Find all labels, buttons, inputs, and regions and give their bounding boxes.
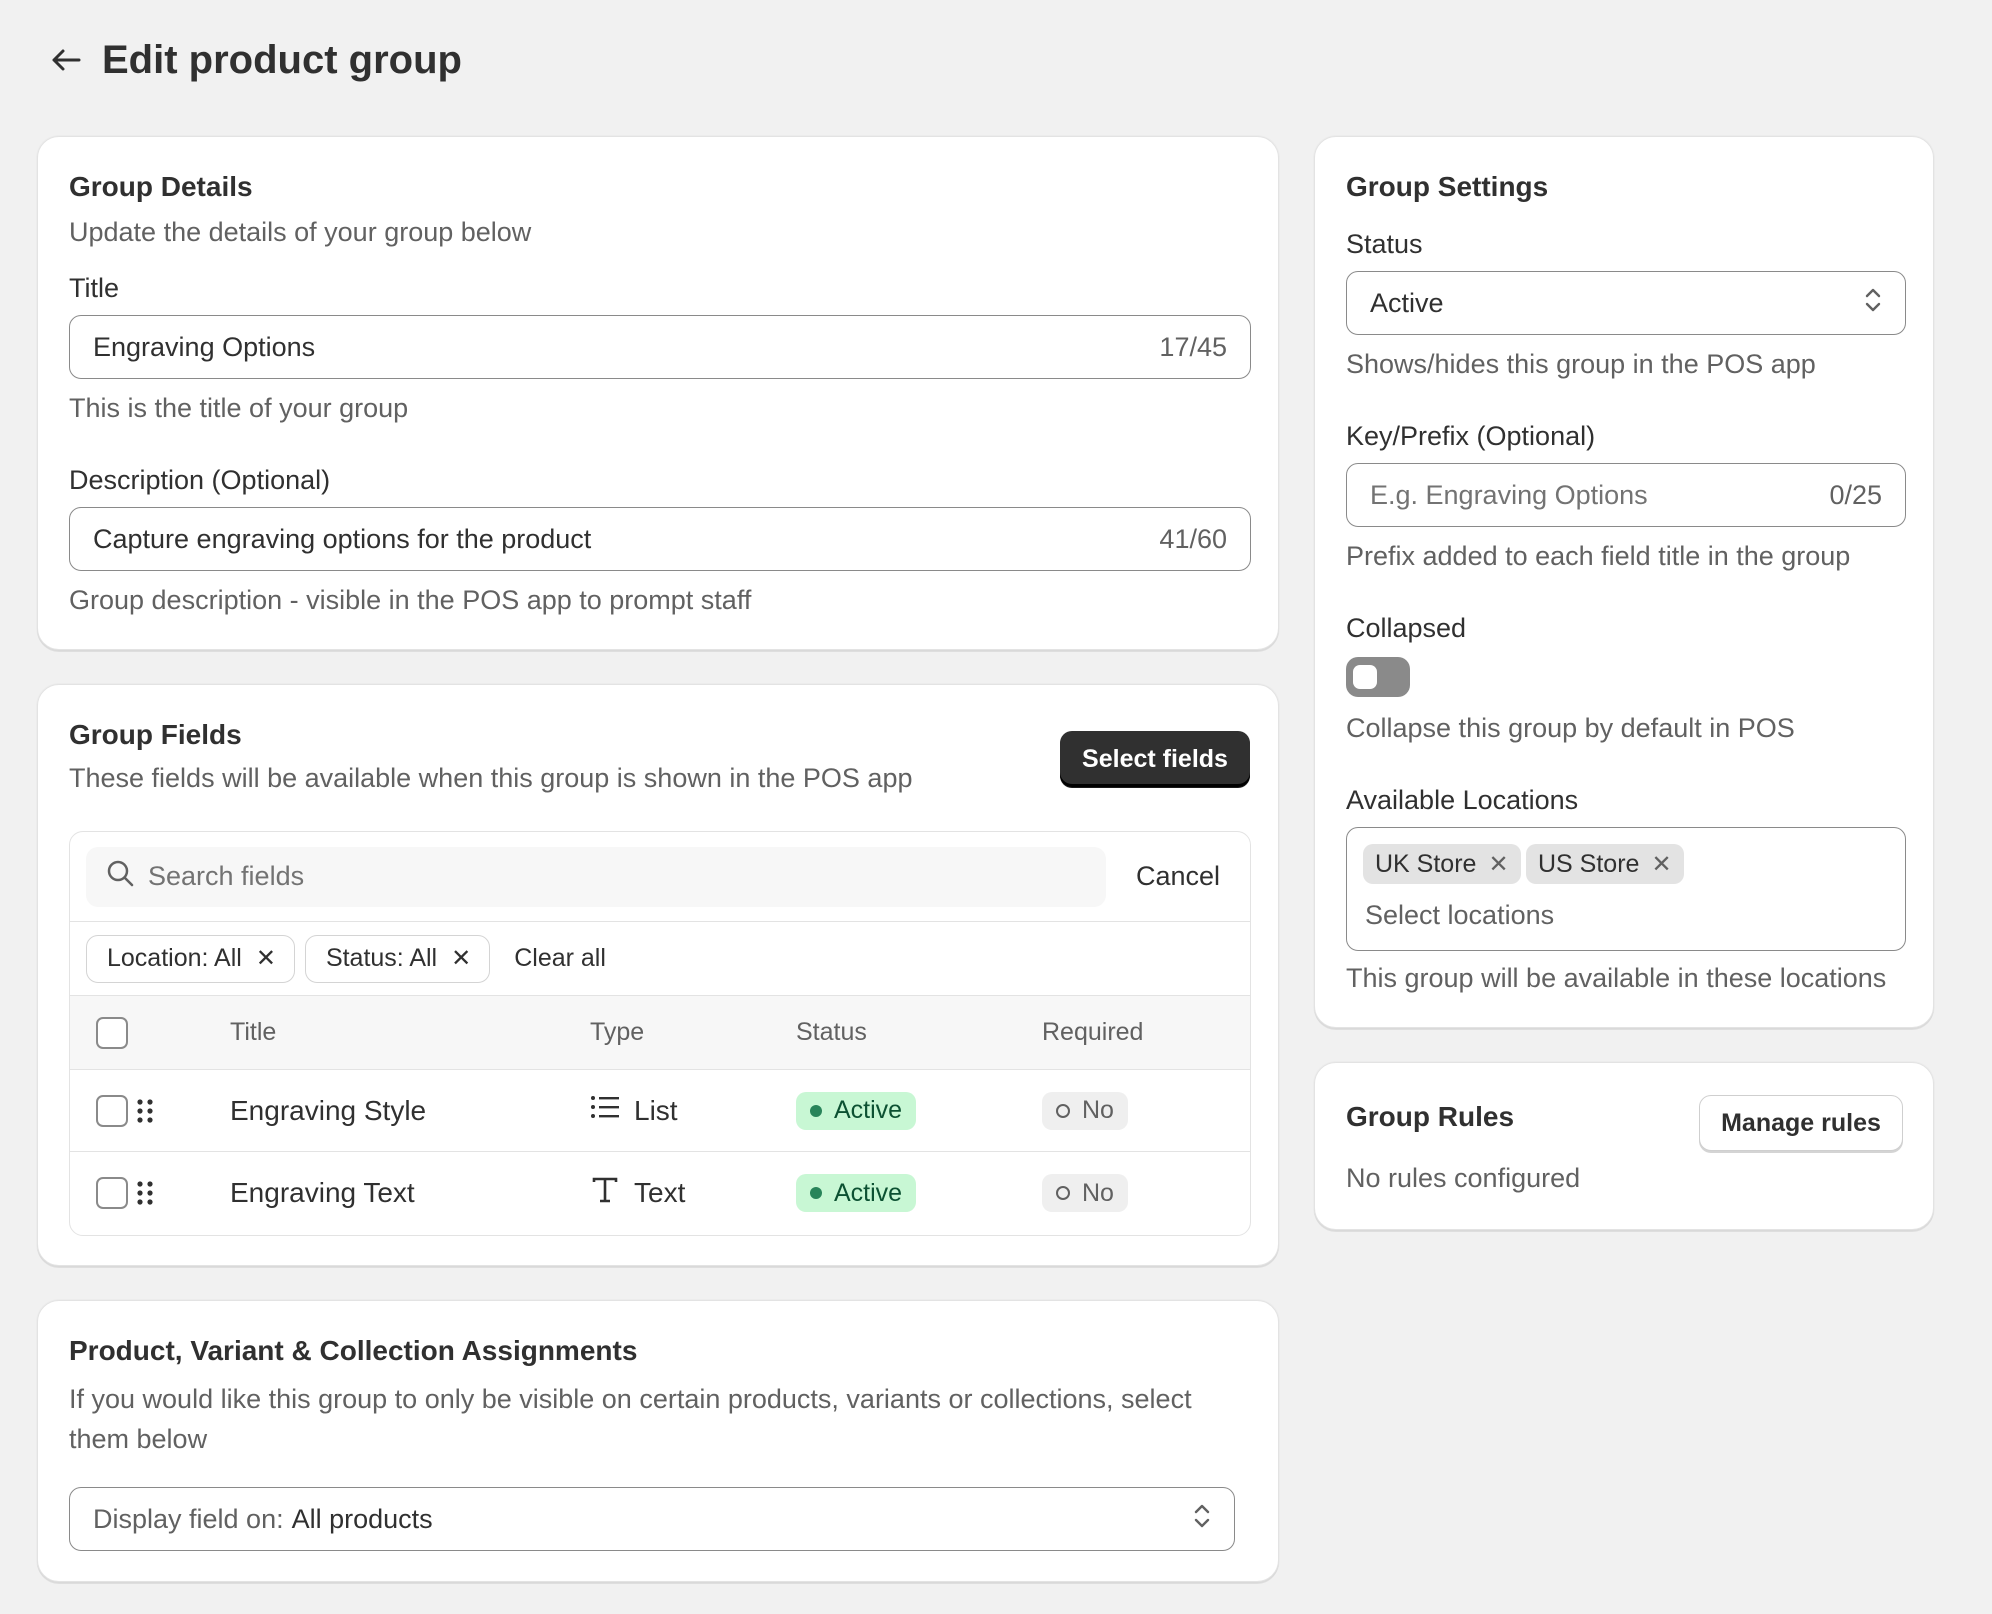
collapsed-toggle[interactable]: [1346, 657, 1410, 697]
row-checkbox[interactable]: [96, 1177, 128, 1209]
key-prefix-counter: 0/25: [1829, 479, 1882, 510]
field-title: Engraving Style: [230, 1094, 427, 1126]
group-settings-card: Group Settings Status Active Shows/hides…: [1314, 136, 1934, 1028]
select-chevron-icon: [1193, 1502, 1211, 1537]
remove-location-icon[interactable]: ✕: [1651, 850, 1671, 879]
title-char-counter: 17/45: [1159, 331, 1227, 362]
description-input-value: Capture engraving options for the produc…: [93, 523, 592, 554]
group-settings-title: Group Settings: [1346, 171, 1549, 202]
display-on-value: All products: [291, 1503, 433, 1534]
column-title: Title: [230, 1018, 277, 1046]
group-fields-subtitle: These fields will be available when this…: [69, 763, 913, 793]
locations-multiselect[interactable]: UK Store ✕ US Store ✕ Select locations: [1346, 827, 1906, 951]
table-header: Title Type Status Required: [70, 996, 1250, 1070]
field-type: Text: [634, 1177, 686, 1208]
manage-rules-button[interactable]: Manage rules: [1699, 1095, 1903, 1151]
location-tag-label: UK Store: [1375, 849, 1477, 878]
no-rules-text: No rules configured: [1346, 1163, 1581, 1193]
search-input[interactable]: Search fields: [86, 846, 1106, 907]
table-row[interactable]: Engraving Text Text Active No: [70, 1152, 1250, 1234]
column-type: Type: [590, 1018, 645, 1046]
remove-location-icon[interactable]: ✕: [1488, 850, 1508, 879]
select-fields-button[interactable]: Select fields: [1060, 731, 1250, 787]
collapsed-label: Collapsed: [1346, 613, 1467, 643]
status-select-value: Active: [1370, 287, 1444, 318]
assignments-subtitle: If you would like this group to only be …: [69, 1384, 1192, 1454]
location-tag-label: US Store: [1538, 849, 1640, 878]
locations-label: Available Locations: [1346, 785, 1579, 815]
group-fields-title: Group Fields: [69, 719, 242, 750]
collapsed-help-text: Collapse this group by default in POS: [1346, 713, 1795, 743]
back-arrow-icon[interactable]: [48, 42, 84, 78]
key-prefix-help-text: Prefix added to each field title in the …: [1346, 541, 1851, 571]
list-icon: [590, 1094, 620, 1127]
key-prefix-label: Key/Prefix (Optional): [1346, 421, 1596, 451]
locations-help-text: This group will be available in these lo…: [1346, 963, 1887, 993]
status-filter-label: Status: All: [325, 944, 438, 972]
table-row[interactable]: Engraving Style List Active No: [70, 1070, 1250, 1152]
page-title: Edit product group: [102, 37, 462, 82]
drag-handle-icon[interactable]: [136, 1180, 186, 1206]
group-details-title: Group Details: [69, 171, 253, 202]
drag-handle-icon[interactable]: [136, 1098, 186, 1124]
required-badge: No: [1042, 1091, 1128, 1130]
status-select[interactable]: Active: [1346, 271, 1906, 335]
title-help-text: This is the title of your group: [69, 393, 409, 423]
group-rules-card: Group Rules Manage rules No rules config…: [1314, 1062, 1934, 1230]
location-filter-label: Location: All: [107, 944, 242, 972]
status-badge: Active: [796, 1091, 917, 1130]
search-placeholder: Search fields: [148, 861, 305, 891]
search-icon: [106, 859, 148, 894]
status-help-text: Shows/hides this group in the POS app: [1346, 349, 1816, 379]
field-type: List: [634, 1094, 678, 1126]
status-filter-chip[interactable]: Status: All ✕: [304, 934, 491, 983]
group-rules-title: Group Rules: [1346, 1101, 1515, 1132]
key-prefix-placeholder: E.g. Engraving Options: [1370, 479, 1648, 510]
row-checkbox[interactable]: [96, 1094, 128, 1127]
search-row: Search fields Cancel: [70, 832, 1250, 922]
location-filter-chip[interactable]: Location: All ✕: [86, 934, 295, 983]
description-char-counter: 41/60: [1159, 523, 1227, 554]
text-icon: [590, 1176, 620, 1211]
description-label: Description (Optional): [69, 465, 331, 495]
status-badge: Active: [796, 1174, 917, 1212]
cancel-search-button[interactable]: Cancel: [1136, 861, 1220, 892]
description-input[interactable]: Capture engraving options for the produc…: [69, 507, 1251, 571]
clear-all-filters-button[interactable]: Clear all: [514, 944, 606, 973]
location-tag: UK Store ✕: [1363, 844, 1521, 884]
field-title: Engraving Text: [230, 1177, 415, 1208]
assignments-card: Product, Variant & Collection Assignment…: [37, 1300, 1279, 1582]
remove-location-filter-icon[interactable]: ✕: [256, 944, 276, 973]
select-all-checkbox[interactable]: [96, 1016, 128, 1049]
column-status: Status: [796, 1018, 867, 1046]
remove-status-filter-icon[interactable]: ✕: [451, 944, 471, 973]
page-header: Edit product group: [48, 30, 462, 90]
locations-placeholder[interactable]: Select locations: [1365, 900, 1554, 931]
select-chevron-icon: [1864, 286, 1882, 321]
title-input-value: Engraving Options: [93, 331, 316, 362]
column-required: Required: [1042, 1018, 1144, 1046]
group-details-subtitle: Update the details of your group below: [69, 217, 532, 247]
fields-table-container: Search fields Cancel Location: All ✕ Sta…: [69, 831, 1251, 1236]
display-on-select[interactable]: Display field on: All products: [69, 1487, 1235, 1551]
title-label: Title: [69, 273, 120, 303]
group-details-card: Group Details Update the details of your…: [37, 136, 1279, 650]
required-badge: No: [1042, 1174, 1128, 1212]
description-help-text: Group description - visible in the POS a…: [69, 585, 752, 615]
key-prefix-input[interactable]: E.g. Engraving Options 0/25: [1346, 463, 1906, 527]
display-on-prefix: Display field on:: [93, 1503, 284, 1534]
filter-row: Location: All ✕ Status: All ✕ Clear all: [70, 922, 1250, 996]
status-label: Status: [1346, 229, 1423, 259]
assignments-title: Product, Variant & Collection Assignment…: [69, 1335, 638, 1366]
title-input[interactable]: Engraving Options 17/45: [69, 315, 1251, 379]
group-fields-card: Group Fields These fields will be availa…: [37, 684, 1279, 1266]
location-tag: US Store ✕: [1526, 844, 1684, 884]
